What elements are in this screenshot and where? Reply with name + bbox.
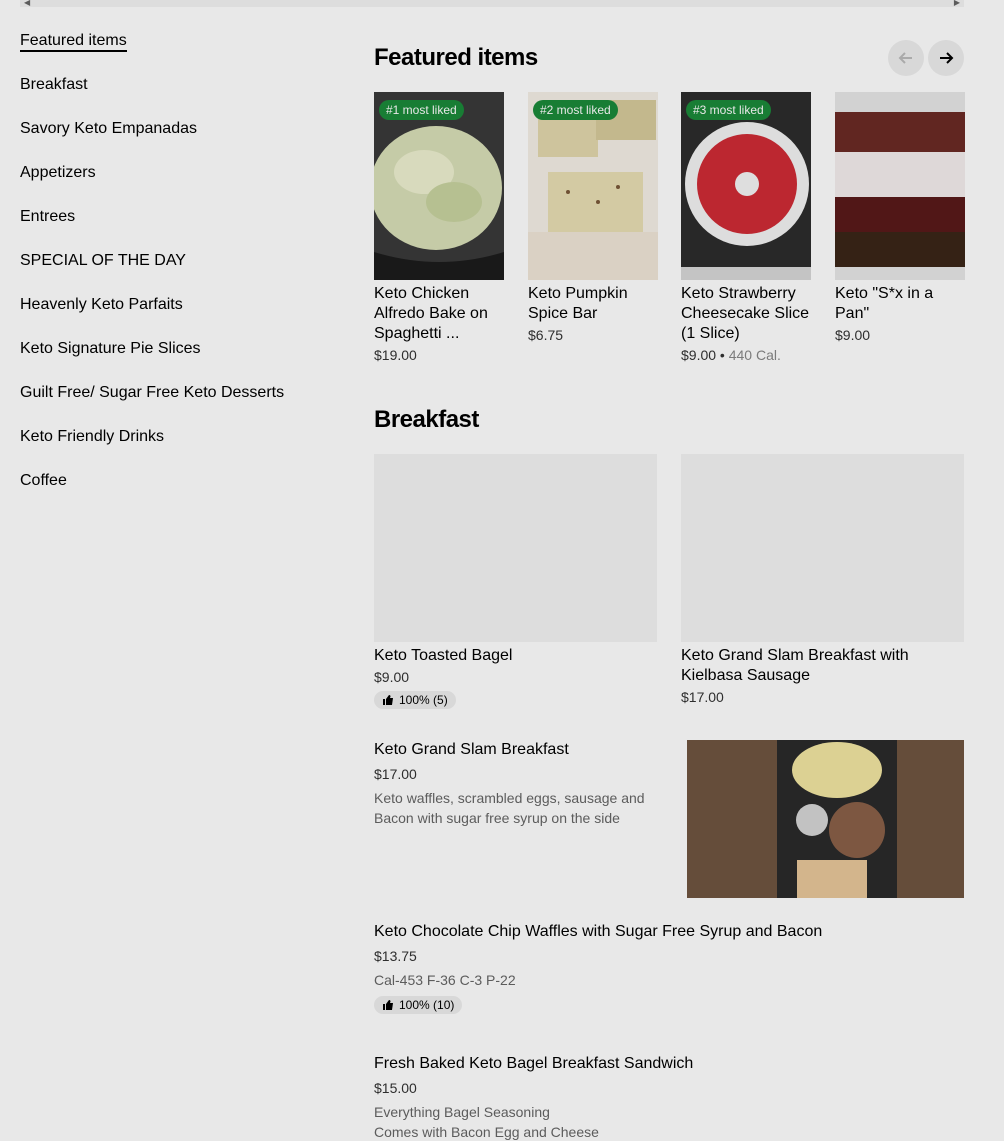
menu-item-name: Keto Chocolate Chip Waffles with Sugar F… bbox=[374, 923, 823, 940]
menu-item-image-placeholder bbox=[681, 454, 964, 642]
sidebar-item-appetizers[interactable]: Appetizers bbox=[20, 162, 340, 206]
breakfast-section-title: Breakfast bbox=[374, 406, 479, 433]
menu-item-description: Everything Bagel Seasoning Comes with Ba… bbox=[374, 1102, 964, 1142]
rating-badge: 100% (5) bbox=[374, 691, 456, 709]
featured-item-card[interactable]: #3 most liked Keto Strawberry Cheesecake… bbox=[681, 92, 811, 363]
featured-item-card[interactable]: Keto "S*x in a Pan" $9.00 bbox=[835, 92, 965, 343]
menu-item-name: Keto Grand Slam Breakfast with Kielbasa … bbox=[681, 647, 909, 684]
menu-item-card[interactable]: Keto Grand Slam Breakfast with Kielbasa … bbox=[681, 454, 964, 705]
sidebar-item-label: Guilt Free/ Sugar Free Keto Desserts bbox=[20, 384, 285, 401]
menu-item-description: Cal-453 F-36 C-3 P-22 bbox=[374, 972, 516, 988]
carousel-prev-button[interactable] bbox=[888, 40, 924, 76]
featured-item-name: Keto Chicken Alfredo Bake on Spaghetti .… bbox=[374, 285, 488, 342]
sidebar-item-special-of-the-day[interactable]: SPECIAL OF THE DAY bbox=[20, 250, 340, 294]
menu-item-price: $17.00 bbox=[374, 766, 417, 782]
most-liked-badge: #1 most liked bbox=[379, 100, 464, 120]
most-liked-badge: #3 most liked bbox=[686, 100, 771, 120]
sidebar-item-label: SPECIAL OF THE DAY bbox=[20, 252, 186, 269]
featured-item-name: Keto Strawberry Cheesecake Slice (1 Slic… bbox=[681, 285, 810, 342]
sidebar-item-label: Coffee bbox=[20, 472, 67, 489]
sidebar-item-coffee[interactable]: Coffee bbox=[20, 470, 340, 514]
menu-list-item[interactable]: Fresh Baked Keto Bagel Breakfast Sandwic… bbox=[374, 1054, 964, 1142]
sidebar-item-label: Breakfast bbox=[20, 76, 88, 93]
menu-item-price: $17.00 bbox=[681, 689, 724, 705]
sidebar-item-label: Savory Keto Empanadas bbox=[20, 120, 197, 137]
featured-item-calories: 440 Cal. bbox=[728, 347, 781, 363]
chicken-alfredo-photo bbox=[374, 92, 504, 280]
featured-item-name: Keto Pumpkin Spice Bar bbox=[528, 285, 628, 322]
arrow-right-icon bbox=[940, 52, 954, 64]
featured-item-image: #1 most liked bbox=[374, 92, 504, 280]
sidebar-item-heavenly-keto-parfaits[interactable]: Heavenly Keto Parfaits bbox=[20, 294, 340, 338]
menu-item-price: $13.75 bbox=[374, 948, 417, 964]
featured-item-image: #2 most liked bbox=[528, 92, 658, 280]
sidebar-item-label: Entrees bbox=[20, 208, 76, 225]
featured-item-price: $9.00 bbox=[681, 347, 717, 363]
menu-item-price: $15.00 bbox=[374, 1080, 417, 1096]
sidebar-item-label: Keto Friendly Drinks bbox=[20, 428, 165, 445]
scroll-left-icon[interactable]: ◀ bbox=[24, 0, 30, 7]
rating-badge: 100% (10) bbox=[374, 996, 463, 1014]
menu-item-name: Fresh Baked Keto Bagel Breakfast Sandwic… bbox=[374, 1055, 694, 1072]
strawberry-cheesecake-photo bbox=[681, 92, 811, 280]
arrow-left-icon bbox=[898, 52, 912, 64]
featured-section-title: Featured items bbox=[374, 44, 538, 71]
sidebar-item-label: Appetizers bbox=[20, 164, 96, 181]
sidebar-item-featured-items[interactable]: Featured items bbox=[20, 30, 340, 74]
layer-cake-photo bbox=[835, 92, 965, 280]
menu-item-card[interactable]: Keto Toasted Bagel $9.00 100% (5) bbox=[374, 454, 657, 711]
featured-item-price: $9.00 bbox=[835, 327, 871, 343]
thumbs-up-icon bbox=[383, 1000, 393, 1010]
category-sidebar: Featured items Breakfast Savory Keto Emp… bbox=[20, 30, 340, 514]
menu-item-price: $9.00 bbox=[374, 669, 410, 685]
menu-list-item[interactable]: Keto Grand Slam Breakfast $17.00 Keto wa… bbox=[374, 740, 964, 898]
rating-text: 100% (10) bbox=[399, 998, 455, 1012]
featured-item-name: Keto "S*x in a Pan" bbox=[835, 285, 934, 322]
featured-item-card[interactable]: #1 most liked Keto Chicken Alfredo Bake … bbox=[374, 92, 504, 363]
sidebar-item-label: Keto Signature Pie Slices bbox=[20, 340, 201, 357]
sidebar-item-label: Heavenly Keto Parfaits bbox=[20, 296, 183, 313]
sidebar-item-breakfast[interactable]: Breakfast bbox=[20, 74, 340, 118]
featured-item-card[interactable]: #2 most liked Keto Pumpkin Spice Bar $6.… bbox=[528, 92, 658, 343]
menu-item-name: Keto Grand Slam Breakfast bbox=[374, 741, 569, 758]
sidebar-item-keto-signature-pie-slices[interactable]: Keto Signature Pie Slices bbox=[20, 338, 340, 382]
featured-item-price-calories: $9.00 • 440 Cal. bbox=[681, 347, 781, 363]
featured-item-price: $19.00 bbox=[374, 347, 417, 363]
menu-item-image-placeholder bbox=[374, 454, 657, 642]
horizontal-scrollbar[interactable]: ◀ ▶ bbox=[20, 0, 964, 7]
thumbs-up-icon bbox=[383, 695, 393, 705]
sidebar-item-keto-friendly-drinks[interactable]: Keto Friendly Drinks bbox=[20, 426, 340, 470]
scroll-right-icon[interactable]: ▶ bbox=[954, 0, 960, 7]
pumpkin-spice-bar-photo bbox=[528, 92, 658, 280]
menu-item-name: Keto Toasted Bagel bbox=[374, 647, 513, 664]
most-liked-badge: #2 most liked bbox=[533, 100, 618, 120]
rating-text: 100% (5) bbox=[399, 693, 448, 707]
featured-item-price: $6.75 bbox=[528, 327, 564, 343]
sidebar-item-label: Featured items bbox=[20, 32, 127, 52]
sidebar-item-entrees[interactable]: Entrees bbox=[20, 206, 340, 250]
sidebar-item-savory-keto-empanadas[interactable]: Savory Keto Empanadas bbox=[20, 118, 340, 162]
featured-item-image bbox=[835, 92, 965, 280]
menu-item-description: Keto waffles, scrambled eggs, sausage an… bbox=[374, 790, 645, 826]
carousel-next-button[interactable] bbox=[928, 40, 964, 76]
menu-item-description-line: Comes with Bacon Egg and Cheese bbox=[374, 1124, 599, 1140]
featured-item-image: #3 most liked bbox=[681, 92, 811, 280]
sidebar-item-guilt-free-desserts[interactable]: Guilt Free/ Sugar Free Keto Desserts bbox=[20, 382, 340, 426]
grand-slam-photo bbox=[687, 740, 964, 898]
menu-list-item[interactable]: Keto Chocolate Chip Waffles with Sugar F… bbox=[374, 922, 964, 1016]
menu-item-description-line: Everything Bagel Seasoning bbox=[374, 1104, 550, 1120]
